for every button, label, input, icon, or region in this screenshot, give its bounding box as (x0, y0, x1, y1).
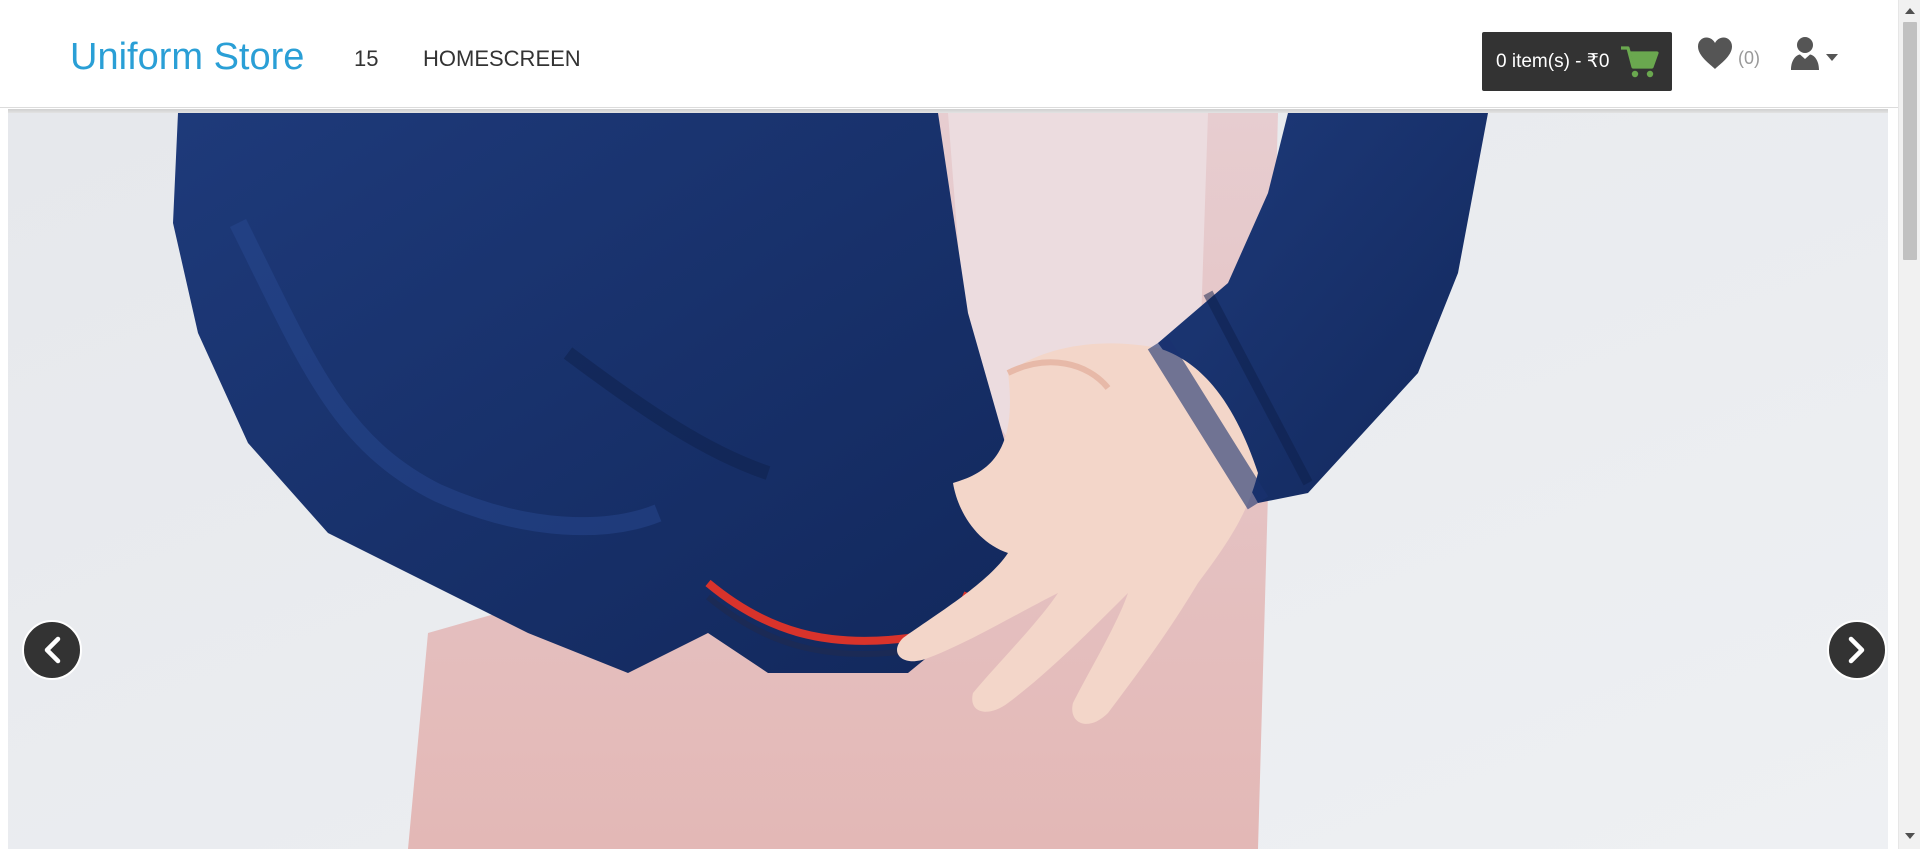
carousel-prev-button[interactable] (22, 620, 82, 680)
chevron-left-icon (44, 636, 61, 664)
page-scrollbar[interactable] (1898, 0, 1920, 849)
nav-link-15[interactable]: 15 (354, 46, 378, 72)
account-dropdown[interactable] (1790, 36, 1838, 70)
nav-link-homescreen[interactable]: HOMESCREEN (423, 46, 581, 72)
cart-summary-label: 0 item(s) - ₹0 (1496, 51, 1610, 72)
scroll-down-arrow-icon[interactable] (1905, 833, 1915, 839)
shopping-cart-icon (1621, 45, 1659, 77)
hero-carousel (8, 113, 1888, 849)
heart-icon (1698, 37, 1732, 69)
chevron-right-icon (1848, 636, 1865, 664)
site-header: Uniform Store 15 HOMESCREEN 0 item(s) - … (0, 0, 1898, 108)
cart-button[interactable]: 0 item(s) - ₹0 (1482, 32, 1672, 91)
user-icon (1791, 37, 1819, 70)
wishlist-link[interactable]: (0) (1696, 36, 1760, 70)
wishlist-count: (0) (1738, 47, 1760, 68)
scrollbar-thumb[interactable] (1903, 22, 1917, 260)
brand-logo-link[interactable]: Uniform Store (70, 34, 304, 80)
carousel-next-button[interactable] (1827, 620, 1887, 680)
caret-down-icon (1826, 54, 1838, 61)
hero-image (8, 113, 1888, 849)
scroll-up-arrow-icon[interactable] (1905, 8, 1915, 14)
